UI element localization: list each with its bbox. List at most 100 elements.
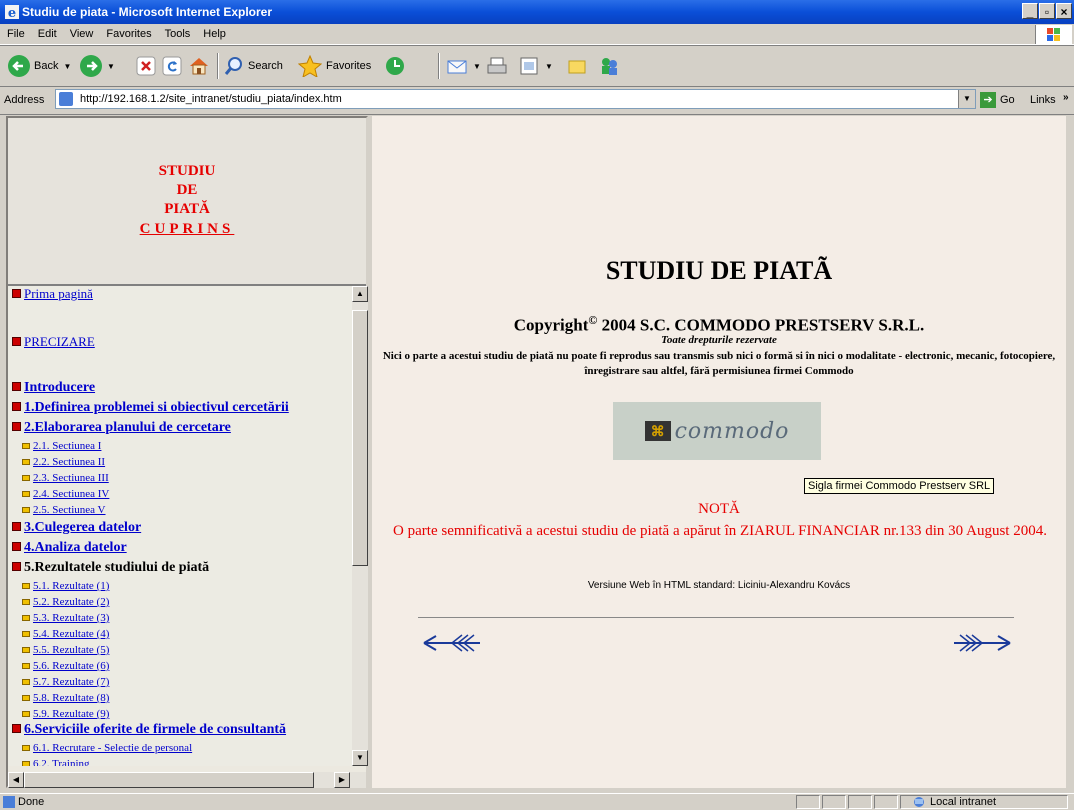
next-arrow-icon[interactable]	[952, 630, 1012, 656]
mail-button[interactable]: ▼	[446, 53, 481, 79]
toc-item-label[interactable]: 2.2. Sectiunea II	[33, 456, 105, 468]
copyright-prefix: Copyright	[513, 315, 589, 335]
toc-item[interactable]: 5.2. Rezultate (2)	[8, 596, 109, 608]
toc-item-label[interactable]: 6.2. Training	[33, 758, 90, 766]
menu-edit[interactable]: Edit	[31, 24, 63, 40]
yellow-bullet-icon	[22, 475, 30, 481]
chevron-down-icon[interactable]: ▼	[545, 62, 553, 71]
toc-item[interactable]: Prima pagină	[8, 286, 93, 302]
folder-icon	[568, 60, 586, 74]
logo-tooltip: Sigla firmei Commodo Prestserv SRL	[804, 478, 995, 494]
toc-item[interactable]: 6.Serviciile oferite de firmele de consu…	[8, 722, 286, 738]
toc-item-label[interactable]: 2.3. Sectiunea III	[33, 472, 109, 484]
stop-button[interactable]	[136, 53, 156, 79]
toc-item[interactable]: PRECIZARE	[8, 334, 95, 350]
toc-item-label[interactable]: Prima pagină	[24, 286, 93, 301]
toc-item-label[interactable]: 2.1. Sectiunea I	[33, 440, 101, 452]
scroll-up-button[interactable]: ▲	[352, 286, 368, 302]
horizontal-scrollbar[interactable]: ◀ ▶	[8, 772, 366, 788]
scroll-thumb[interactable]	[352, 310, 368, 566]
toc-item[interactable]: 2.2. Sectiunea II	[8, 456, 105, 468]
toc-item[interactable]: 5.4. Rezultate (4)	[8, 628, 109, 640]
discuss-button[interactable]	[566, 53, 588, 79]
toc-item[interactable]: 2.1. Sectiunea I	[8, 440, 101, 452]
hscroll-thumb[interactable]	[24, 772, 314, 788]
toc-item-label[interactable]: 5.6. Rezultate (6)	[33, 660, 109, 672]
title-bar: e Studiu de piata - Microsoft Internet E…	[0, 0, 1074, 24]
back-button[interactable]: Back ▼	[8, 53, 71, 79]
favorites-button[interactable]: Favorites	[298, 53, 371, 79]
toc-item-label[interactable]: 1.Definirea problemei si obiectivul cerc…	[24, 400, 289, 415]
minimize-button[interactable]: _	[1022, 3, 1038, 19]
links-button[interactable]: Links	[1030, 94, 1056, 106]
toc-item-label[interactable]: 5.4. Rezultate (4)	[33, 628, 109, 640]
previous-arrow-icon[interactable]	[422, 630, 482, 656]
close-button[interactable]: ×	[1056, 3, 1072, 19]
menu-favorites[interactable]: Favorites	[99, 24, 157, 40]
messenger-button[interactable]	[598, 53, 622, 79]
menu-view[interactable]: View	[63, 24, 100, 40]
toc-item-label[interactable]: 5.1. Rezultate (1)	[33, 580, 109, 592]
toc-item-label[interactable]: 5.3. Rezultate (3)	[33, 612, 109, 624]
yellow-bullet-icon	[22, 491, 30, 497]
toc-item[interactable]: Introducere	[8, 380, 95, 396]
history-button[interactable]	[384, 53, 406, 79]
chevron-down-icon[interactable]: ▼	[958, 90, 975, 108]
home-icon	[190, 58, 208, 75]
toc-item-label[interactable]: 6.1. Recrutare - Selectie de personal	[33, 742, 192, 754]
toc-item[interactable]: 4.Analiza datelor	[8, 540, 127, 556]
toc-item[interactable]: 1.Definirea problemei si obiectivul cerc…	[8, 400, 289, 416]
toc-item-label[interactable]: PRECIZARE	[24, 334, 95, 349]
address-input[interactable]: http://192.168.1.2/site_intranet/studiu_…	[55, 89, 976, 109]
toc-item[interactable]: 5.6. Rezultate (6)	[8, 660, 109, 672]
toc-item-label[interactable]: 2.Elaborarea planului de cercetare	[24, 420, 231, 435]
toc-item-label[interactable]: 5.2. Rezultate (2)	[33, 596, 109, 608]
toc-item[interactable]: 5.8. Rezultate (8)	[8, 692, 109, 704]
menu-tools[interactable]: Tools	[158, 24, 197, 40]
refresh-button[interactable]	[162, 53, 182, 79]
toc-item-label[interactable]: 2.5. Sectiunea V	[33, 504, 106, 516]
forward-button[interactable]: ▼	[80, 53, 115, 79]
chevron-down-icon[interactable]: ▼	[473, 62, 481, 71]
maximize-button[interactable]: ▫	[1039, 3, 1055, 19]
toc-item-label[interactable]: 2.4. Sectiunea IV	[33, 488, 109, 500]
toc-item[interactable]: 5.5. Rezultate (5)	[8, 644, 109, 656]
toc-item-label[interactable]: 4.Analiza datelor	[24, 540, 127, 555]
red-bullet-icon	[12, 422, 21, 431]
vertical-scrollbar[interactable]: ▲ ▼	[352, 286, 368, 766]
chevron-down-icon[interactable]: ▼	[63, 62, 71, 71]
toc-item-label[interactable]: Introducere	[24, 380, 95, 395]
chevron-right-icon[interactable]: »	[1063, 92, 1069, 103]
print-button[interactable]	[486, 53, 508, 79]
toc-item-label[interactable]: 5.9. Rezultate (9)	[33, 708, 109, 720]
toc-item[interactable]: 6.2. Training	[8, 758, 90, 766]
scroll-left-button[interactable]: ◀	[8, 772, 24, 788]
menu-file[interactable]: File	[0, 24, 31, 40]
go-button[interactable]: ➔ Go	[980, 92, 1015, 108]
toc-item-label[interactable]: 5.8. Rezultate (8)	[33, 692, 109, 704]
page-icon	[59, 92, 73, 106]
toc-item[interactable]: 2.5. Sectiunea V	[8, 504, 106, 516]
toc-item[interactable]: 2.4. Sectiunea IV	[8, 488, 109, 500]
toc-item[interactable]: 5.1. Rezultate (1)	[8, 580, 109, 592]
toc-item-label[interactable]: 3.Culegerea datelor	[24, 520, 141, 535]
toc-item[interactable]: 5.7. Rezultate (7)	[8, 676, 109, 688]
commodo-logo[interactable]: ⌘ commodo	[613, 402, 821, 460]
toc-item[interactable]: 2.3. Sectiunea III	[8, 472, 109, 484]
toc-item-label[interactable]: 5.5. Rezultate (5)	[33, 644, 109, 656]
search-button[interactable]: Search	[224, 53, 283, 79]
toc-item[interactable]: 5.9. Rezultate (9)	[8, 708, 109, 720]
home-button[interactable]	[188, 53, 210, 79]
toc-item-label[interactable]: 6.Serviciile oferite de firmele de consu…	[24, 722, 286, 737]
toc-item-label[interactable]: 5.7. Rezultate (7)	[33, 676, 109, 688]
chevron-down-icon[interactable]: ▼	[107, 62, 115, 71]
toc-item[interactable]: 6.1. Recrutare - Selectie de personal	[8, 742, 192, 754]
edit-button[interactable]: ▼	[518, 53, 553, 79]
toc-item[interactable]: 5.3. Rezultate (3)	[8, 612, 109, 624]
history-icon	[386, 57, 404, 75]
scroll-right-button[interactable]: ▶	[334, 772, 350, 788]
toc-item[interactable]: 3.Culegerea datelor	[8, 520, 141, 536]
toc-item[interactable]: 2.Elaborarea planului de cercetare	[8, 420, 231, 436]
menu-help[interactable]: Help	[196, 24, 232, 40]
scroll-down-button[interactable]: ▼	[352, 750, 368, 766]
